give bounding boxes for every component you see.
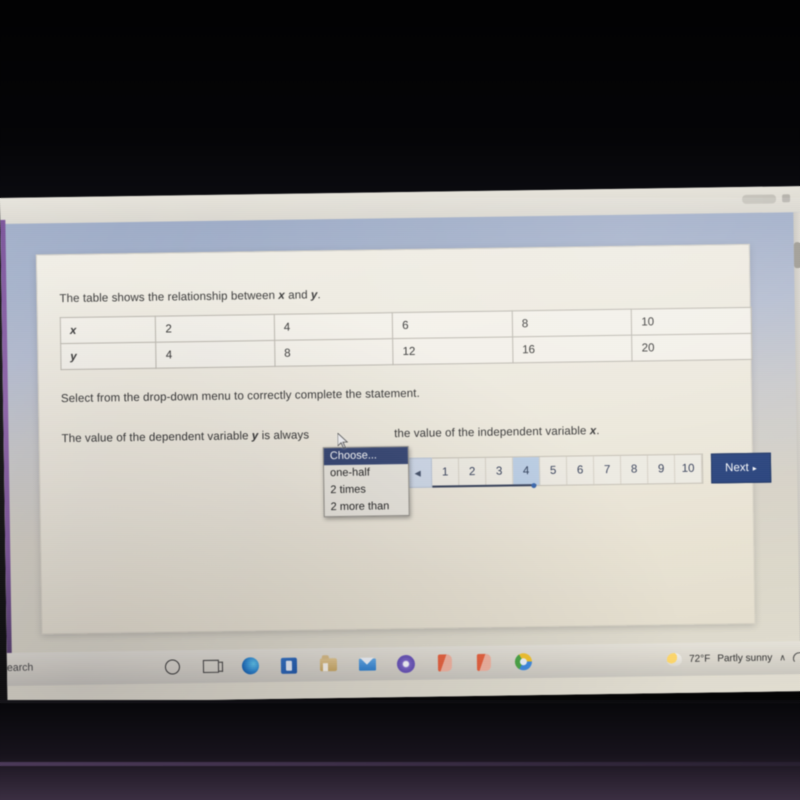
cell-y-2: 8 <box>274 338 394 367</box>
page-button-5[interactable]: 5 <box>539 456 568 486</box>
cell-y-3: 12 <box>392 336 513 365</box>
laptop-bezel-bottom <box>0 700 800 800</box>
dropdown-option-one-half[interactable]: one-half <box>324 464 408 482</box>
cloud-icon[interactable] <box>792 652 800 664</box>
file-explorer-icon[interactable] <box>318 655 338 675</box>
cell-y-4: 16 <box>512 335 633 363</box>
taskbar-icon-strip[interactable] <box>162 645 533 684</box>
cell-x-4: 8 <box>512 309 633 337</box>
page-button-8[interactable]: 8 <box>620 455 649 484</box>
page-button-3[interactable]: 3 <box>485 457 514 486</box>
weather-temperature[interactable]: 72°F <box>689 654 710 665</box>
page-button-10[interactable]: 10 <box>674 454 703 484</box>
dropdown-option-2-times[interactable]: 2 times <box>324 481 408 499</box>
window-controls[interactable] <box>710 191 791 206</box>
statement-period: . <box>596 425 600 438</box>
dropdown-menu[interactable]: Choose... one-half 2 times 2 more than <box>322 445 410 518</box>
cell-x-2: 4 <box>274 312 393 341</box>
office-app-icon[interactable] <box>435 653 455 673</box>
cell-x-1: 2 <box>155 314 275 343</box>
weather-sun-icon <box>666 652 683 667</box>
dropdown-option-choose[interactable]: Choose... <box>323 446 408 466</box>
task-view-icon[interactable] <box>201 656 221 676</box>
page-button-7[interactable]: 7 <box>593 455 622 485</box>
cell-x-5: 10 <box>631 307 752 336</box>
restore-icon[interactable] <box>782 194 791 203</box>
page-button-4-current[interactable]: 4 <box>512 457 541 486</box>
taskbar-search-label[interactable]: earch <box>7 662 33 674</box>
intro-text-lead: The table shows the relationship between <box>59 289 279 306</box>
next-button-label: Next <box>725 461 749 475</box>
statement-mid: is always <box>258 429 310 443</box>
weather-condition[interactable]: Partly sunny <box>717 653 772 665</box>
caret-right-icon: ▸ <box>752 463 757 473</box>
next-button[interactable]: Next ▸ <box>710 452 771 484</box>
statement-lead: The value of the dependent variable <box>61 430 252 446</box>
statement-tail: the value of the independent variable <box>394 425 590 441</box>
circle-app-icon[interactable] <box>396 653 416 673</box>
mouse-cursor <box>337 432 349 449</box>
chevron-up-icon[interactable]: ∧ <box>779 652 786 663</box>
question-instruction: Select from the drop-down menu to correc… <box>60 387 420 406</box>
store-app-icon[interactable] <box>279 655 299 675</box>
pagination-numbers[interactable]: 1 2 3 4 5 6 7 8 9 10 <box>431 453 704 488</box>
pagination-bar[interactable]: ◀ 1 2 3 4 5 6 7 8 9 10 Next ▸ <box>402 452 771 489</box>
office-app-icon-2[interactable] <box>474 652 494 672</box>
minimize-icon[interactable] <box>742 193 777 204</box>
laptop-screen-photo: The table shows the relationship between… <box>0 0 800 800</box>
intro-text-mid: and <box>284 289 312 302</box>
cortana-icon[interactable] <box>162 657 182 677</box>
chrome-icon[interactable] <box>513 652 533 672</box>
cell-y-1: 4 <box>156 340 275 369</box>
intro-text-end: . <box>317 289 321 302</box>
page-button-6[interactable]: 6 <box>566 456 595 485</box>
taskbar-system-tray[interactable]: 72°F Partly sunny ∧ <box>666 641 800 676</box>
row-label-y: y <box>60 342 157 370</box>
scrollbar-thumb[interactable] <box>793 242 800 269</box>
microsoft-edge-icon[interactable] <box>240 656 260 676</box>
question-statement: The value of the dependent variable y is… <box>61 425 599 445</box>
progress-underline <box>432 484 537 488</box>
laptop-display: The table shows the relationship between… <box>0 186 800 703</box>
page-button-1[interactable]: 1 <box>431 458 460 487</box>
question-intro-text: The table shows the relationship between… <box>59 289 320 305</box>
dropdown-option-2-more-than[interactable]: 2 more than <box>325 498 409 516</box>
cell-y-5: 20 <box>632 333 752 362</box>
page-button-2[interactable]: 2 <box>458 457 487 487</box>
mail-icon[interactable] <box>357 654 377 674</box>
row-label-x: x <box>60 316 157 344</box>
cell-x-3: 6 <box>392 310 513 339</box>
laptop-bezel-top <box>0 0 800 198</box>
relationship-table: x 2 4 6 8 10 y 4 8 12 16 20 <box>59 306 753 371</box>
page-button-9[interactable]: 9 <box>647 455 676 484</box>
question-card: The table shows the relationship between… <box>35 243 771 635</box>
